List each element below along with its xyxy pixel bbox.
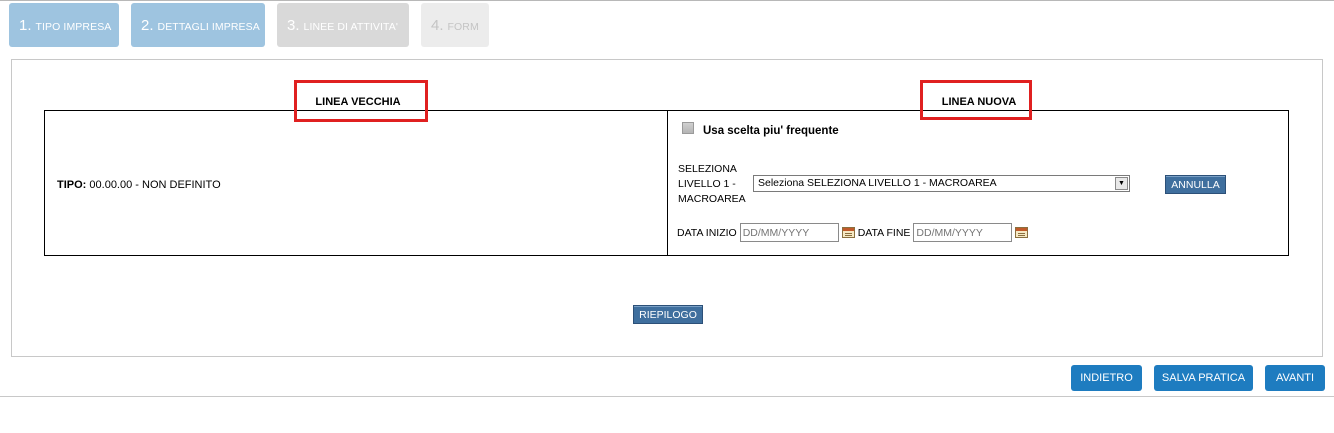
old-line-tipo: TIPO: 00.00.00 - NON DEFINITO	[57, 179, 221, 191]
wizard-step-form[interactable]: 4. Form	[421, 3, 489, 47]
macroarea-select[interactable]: Seleziona SELEZIONA LIVELLO 1 - MACROARE…	[753, 175, 1130, 192]
lines-table: TIPO: 00.00.00 - NON DEFINITO Usa scelta…	[44, 110, 1289, 256]
macroarea-select-value: Seleziona SELEZIONA LIVELLO 1 - MACROARE…	[758, 177, 997, 189]
step-label: Dettagli impresa	[157, 20, 260, 33]
highlight-box-old-line	[294, 80, 428, 122]
chevron-down-icon[interactable]: ▼	[1115, 177, 1128, 190]
frequent-choice-row: Usa scelta piu' frequente	[682, 122, 839, 137]
wizard-step-linee-attivita[interactable]: 3. Linee di attivita'	[277, 3, 409, 47]
wizard-step-dettagli-impresa[interactable]: 2. Dettagli impresa	[131, 3, 265, 47]
date-row: DATA INIZIO DATA FINE	[677, 223, 1031, 242]
calendar-icon[interactable]	[841, 227, 855, 238]
tipo-label: TIPO:	[57, 179, 87, 191]
frequent-choice-checkbox[interactable]	[682, 122, 694, 134]
step-number: 3.	[287, 16, 300, 34]
step-label: Form	[447, 20, 479, 33]
highlight-box-new-line	[920, 80, 1032, 120]
step-label: Tipo impresa	[35, 20, 112, 33]
step-number: 2.	[141, 16, 154, 34]
back-button[interactable]: INDIETRO	[1071, 365, 1142, 391]
step-number: 4.	[431, 16, 444, 34]
next-button[interactable]: AVANTI	[1265, 365, 1325, 391]
step-label: Linee di attivita'	[303, 20, 398, 33]
macroarea-label: SELEZIONA LIVELLO 1 - MACROAREA	[678, 163, 746, 205]
frequent-choice-label: Usa scelta piu' frequente	[703, 125, 839, 137]
riepilogo-button[interactable]: RIEPILOGO	[633, 305, 703, 324]
activity-lines-panel: LINEA VECCHIA LINEA NUOVA TIPO: 00.00.00…	[11, 59, 1323, 357]
date-start-label: DATA INIZIO	[677, 226, 737, 239]
save-button[interactable]: SALVA PRATICA	[1154, 365, 1253, 391]
date-start-input[interactable]	[739, 223, 839, 242]
bottom-divider	[0, 396, 1334, 397]
top-divider	[0, 0, 1334, 1]
step-number: 1.	[19, 16, 32, 34]
wizard-step-tipo-impresa[interactable]: 1. Tipo impresa	[9, 3, 119, 47]
date-end-input[interactable]	[913, 223, 1013, 242]
date-end-label: DATA FINE	[857, 226, 911, 239]
column-divider	[667, 111, 668, 255]
annulla-button[interactable]: ANNULLA	[1165, 175, 1226, 194]
tipo-value: 00.00.00 - NON DEFINITO	[89, 179, 221, 191]
calendar-icon[interactable]	[1015, 227, 1029, 238]
